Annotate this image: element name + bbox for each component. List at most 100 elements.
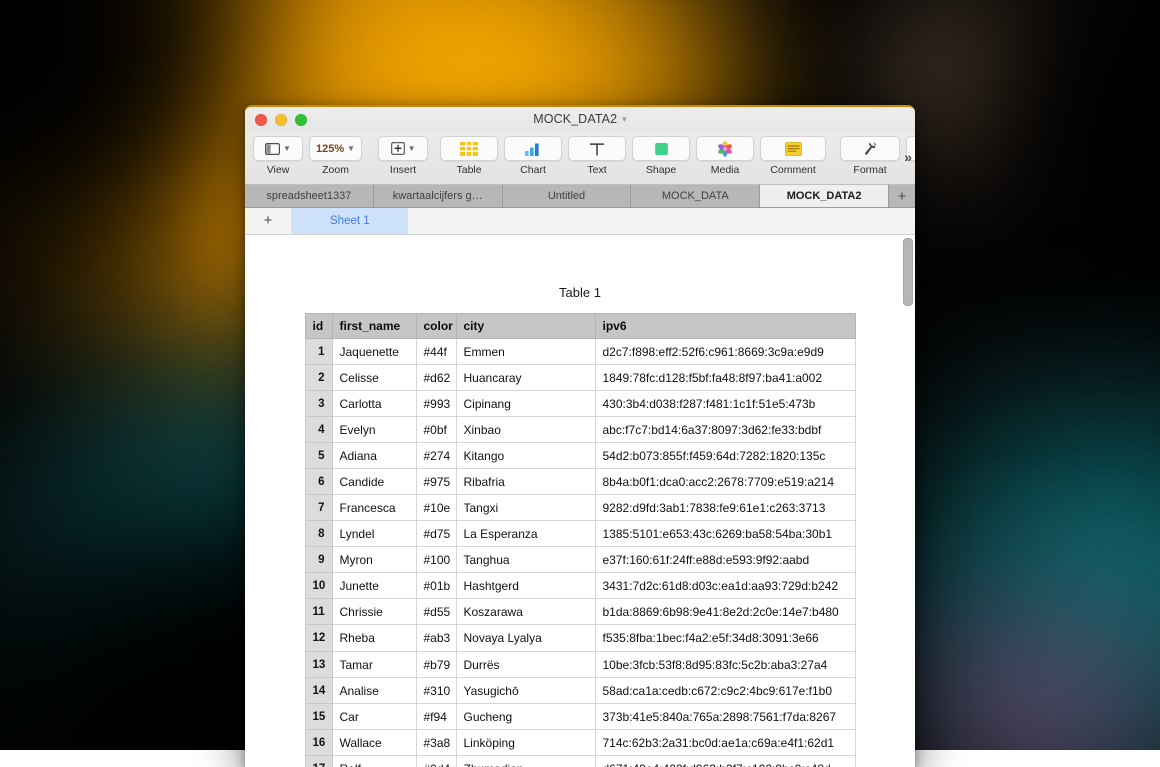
cell-color[interactable]: #b79 xyxy=(416,652,456,678)
cell-color[interactable]: #310 xyxy=(416,678,456,704)
toolbar-item-view[interactable]: ▼ View xyxy=(253,136,303,176)
table-row[interactable]: 5Adiana#274Kitango54d2:b073:855f:f459:64… xyxy=(305,443,855,469)
row-header[interactable]: 7 xyxy=(305,495,332,521)
cell-first-name[interactable]: Candide xyxy=(332,469,416,495)
cell-ipv6[interactable]: 54d2:b073:855f:f459:64d:7282:1820:135c xyxy=(595,443,855,469)
column-header-color[interactable]: color xyxy=(416,314,456,339)
table-row[interactable]: 1Jaquenette#44fEmmend2c7:f898:eff2:52f6:… xyxy=(305,339,855,365)
row-header[interactable]: 9 xyxy=(305,547,332,573)
table-row[interactable]: 4Evelyn#0bfXinbaoabc:f7c7:bd14:6a37:8097… xyxy=(305,417,855,443)
cell-color[interactable]: #274 xyxy=(416,443,456,469)
cell-first-name[interactable]: Lyndel xyxy=(332,521,416,547)
cell-city[interactable]: Zhumadian xyxy=(456,756,595,767)
document-tab-spreadsheet1337[interactable]: spreadsheet1337 xyxy=(245,185,374,207)
cell-ipv6[interactable]: 10be:3fcb:53f8:8d95:83fc:5c2b:aba3:27a4 xyxy=(595,652,855,678)
table-row[interactable]: 9Myron#100Tanghuae37f:160:61f:24ff:e88d:… xyxy=(305,547,855,573)
toolbar-item-comment[interactable]: Comment xyxy=(760,136,826,176)
table-row[interactable]: 6Candide#975Ribafria8b4a:b0f1:dca0:acc2:… xyxy=(305,469,855,495)
cell-city[interactable]: Emmen xyxy=(456,339,595,365)
table-row[interactable]: 7Francesca#10eTangxi9282:d9fd:3ab1:7838:… xyxy=(305,495,855,521)
row-header[interactable]: 15 xyxy=(305,704,332,730)
view-button[interactable]: ▼ xyxy=(253,136,303,161)
cell-city[interactable]: Koszarawa xyxy=(456,599,595,625)
vertical-scrollbar-thumb[interactable] xyxy=(903,238,913,306)
table-row[interactable]: 14Analise#310Yasugichō58ad:ca1a:cedb:c67… xyxy=(305,678,855,704)
media-button[interactable] xyxy=(696,136,754,161)
toolbar-item-chart[interactable]: Chart xyxy=(504,136,562,176)
document-tab-mock-data[interactable]: MOCK_DATA xyxy=(631,185,760,207)
cell-city[interactable]: Ribafria xyxy=(456,469,595,495)
toolbar-item-shape[interactable]: Shape xyxy=(632,136,690,176)
table-row[interactable]: 11Chrissie#d55Koszarawab1da:8869:6b98:9e… xyxy=(305,599,855,625)
row-header[interactable]: 6 xyxy=(305,469,332,495)
cell-ipv6[interactable]: 430:3b4:d038:f287:f481:1c1f:51e5:473b xyxy=(595,391,855,417)
table-button[interactable] xyxy=(440,136,498,161)
table-row[interactable]: 17Ralf#0d4Zhumadiand671:49e4:422f:d962:b… xyxy=(305,756,855,767)
cell-ipv6[interactable]: 1849:78fc:d128:f5bf:fa48:8f97:ba41:a002 xyxy=(595,365,855,391)
sheet-tab-sheet-1[interactable]: Sheet 1 xyxy=(292,208,408,234)
cell-first-name[interactable]: Chrissie xyxy=(332,599,416,625)
cell-color[interactable]: #d75 xyxy=(416,521,456,547)
cell-color[interactable]: #ab3 xyxy=(416,625,456,652)
cell-ipv6[interactable]: 1385:5101:e653:43c:6269:ba58:54ba:30b1 xyxy=(595,521,855,547)
table-row[interactable]: 8Lyndel#d75La Esperanza1385:5101:e653:43… xyxy=(305,521,855,547)
insert-button[interactable]: ▼ xyxy=(378,136,428,161)
cell-ipv6[interactable]: 3431:7d2c:61d8:d03c:ea1d:aa93:729d:b242 xyxy=(595,573,855,599)
cell-color[interactable]: #993 xyxy=(416,391,456,417)
cell-first-name[interactable]: Tamar xyxy=(332,652,416,678)
cell-ipv6[interactable]: d2c7:f898:eff2:52f6:c961:8669:3c9a:e9d9 xyxy=(595,339,855,365)
cell-city[interactable]: Tangxi xyxy=(456,495,595,521)
cell-color[interactable]: #01b xyxy=(416,573,456,599)
toolbar-item-text[interactable]: Text xyxy=(568,136,626,176)
cell-ipv6[interactable]: 8b4a:b0f1:dca0:acc2:2678:7709:e519:a214 xyxy=(595,469,855,495)
cell-first-name[interactable]: Car xyxy=(332,704,416,730)
cell-color[interactable]: #d62 xyxy=(416,365,456,391)
cell-first-name[interactable]: Analise xyxy=(332,678,416,704)
cell-city[interactable]: Xinbao xyxy=(456,417,595,443)
new-document-tab-button[interactable]: + xyxy=(889,185,915,207)
row-header[interactable]: 5 xyxy=(305,443,332,469)
cell-first-name[interactable]: Celisse xyxy=(332,365,416,391)
cell-first-name[interactable]: Adiana xyxy=(332,443,416,469)
row-header[interactable]: 2 xyxy=(305,365,332,391)
cell-color[interactable]: #44f xyxy=(416,339,456,365)
cell-color[interactable]: #0bf xyxy=(416,417,456,443)
column-header-id[interactable]: id xyxy=(305,314,332,339)
cell-color[interactable]: #10e xyxy=(416,495,456,521)
toolbar-item-zoom[interactable]: 125% ▼ Zoom xyxy=(309,136,362,176)
cell-first-name[interactable]: Carlotta xyxy=(332,391,416,417)
toolbar-item-media[interactable]: Media xyxy=(696,136,754,176)
toolbar-item-table[interactable]: Table xyxy=(440,136,498,176)
window-titlebar[interactable]: MOCK_DATA2▾ xyxy=(245,107,915,133)
shape-button[interactable] xyxy=(632,136,690,161)
row-header[interactable]: 4 xyxy=(305,417,332,443)
cell-ipv6[interactable]: 373b:41e5:840a:765a:2898:7561:f7da:8267 xyxy=(595,704,855,730)
cell-ipv6[interactable]: f535:8fba:1bec:f4a2:e5f:34d8:3091:3e66 xyxy=(595,625,855,652)
table-row[interactable]: 15Car#f94Gucheng373b:41e5:840a:765a:2898… xyxy=(305,704,855,730)
cell-city[interactable]: Hashtgerd xyxy=(456,573,595,599)
cell-city[interactable]: Gucheng xyxy=(456,704,595,730)
cell-ipv6[interactable]: d671:49e4:422f:d962:b3f7:c102:9bc0:c48d xyxy=(595,756,855,767)
comment-button[interactable] xyxy=(760,136,826,161)
row-header[interactable]: 10 xyxy=(305,573,332,599)
row-header[interactable]: 14 xyxy=(305,678,332,704)
table-row[interactable]: 13Tamar#b79Durrës10be:3fcb:53f8:8d95:83f… xyxy=(305,652,855,678)
column-header-city[interactable]: city xyxy=(456,314,595,339)
spreadsheet-canvas[interactable]: Table 1 id first_name color city ipv6 1J… xyxy=(245,235,915,767)
cell-first-name[interactable]: Jaquenette xyxy=(332,339,416,365)
table-row[interactable]: 3Carlotta#993Cipinang430:3b4:d038:f287:f… xyxy=(305,391,855,417)
cell-city[interactable]: Huancaray xyxy=(456,365,595,391)
cell-city[interactable]: Durrës xyxy=(456,652,595,678)
cell-city[interactable]: Tanghua xyxy=(456,547,595,573)
row-header[interactable]: 17 xyxy=(305,756,332,767)
cell-first-name[interactable]: Rheba xyxy=(332,625,416,652)
cell-city[interactable]: La Esperanza xyxy=(456,521,595,547)
cell-city[interactable]: Yasugichō xyxy=(456,678,595,704)
table-row[interactable]: 12Rheba#ab3Novaya Lyalyaf535:8fba:1bec:f… xyxy=(305,625,855,652)
add-sheet-button[interactable]: + xyxy=(245,208,292,234)
document-tab-mock-data2[interactable]: MOCK_DATA2 xyxy=(760,185,889,207)
cell-ipv6[interactable]: b1da:8869:6b98:9e41:8e2d:2c0e:14e7:b480 xyxy=(595,599,855,625)
cell-first-name[interactable]: Junette xyxy=(332,573,416,599)
cell-city[interactable]: Kitango xyxy=(456,443,595,469)
column-header-ipv6[interactable]: ipv6 xyxy=(595,314,855,339)
